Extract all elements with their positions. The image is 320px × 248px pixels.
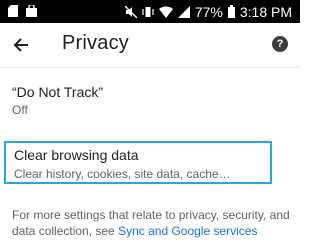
do-not-track-value: Off <box>12 103 28 117</box>
status-bar: 77% 3:18 PM <box>0 0 300 23</box>
mute-icon <box>124 5 137 18</box>
arrow-back-icon <box>13 38 28 52</box>
status-time: 3:18 PM <box>239 3 292 20</box>
battery-icon <box>227 5 235 18</box>
sync-services-link[interactable]: Sync and Google services <box>118 224 257 238</box>
help-button[interactable]: ? <box>272 36 288 52</box>
clear-browsing-data-title: Clear browsing data <box>14 147 139 163</box>
app-bar: Privacy ? <box>0 23 300 67</box>
clear-browsing-data-subtitle: Clear history, cookies, site data, cache… <box>14 167 231 181</box>
footer-note: For more settings that relate to privacy… <box>12 207 296 239</box>
do-not-track-setting[interactable]: “Do Not Track” Off <box>12 84 292 120</box>
sd-card-icon <box>8 4 18 22</box>
back-button[interactable] <box>8 32 34 58</box>
battery-percent: 77% <box>194 3 223 20</box>
clear-browsing-data-setting[interactable]: Clear browsing data Clear history, cooki… <box>4 141 272 184</box>
status-system: 77% 3:18 PM <box>124 0 292 23</box>
do-not-track-title: “Do Not Track” <box>12 84 104 100</box>
app-bar-divider <box>0 67 300 68</box>
shopping-bag-icon <box>26 3 37 22</box>
help-icon: ? <box>276 38 284 50</box>
wifi-icon <box>158 5 173 18</box>
page-title: Privacy <box>62 32 129 54</box>
status-notifications <box>8 3 37 22</box>
signal-icon <box>177 5 190 18</box>
vibrate-icon <box>142 6 154 18</box>
